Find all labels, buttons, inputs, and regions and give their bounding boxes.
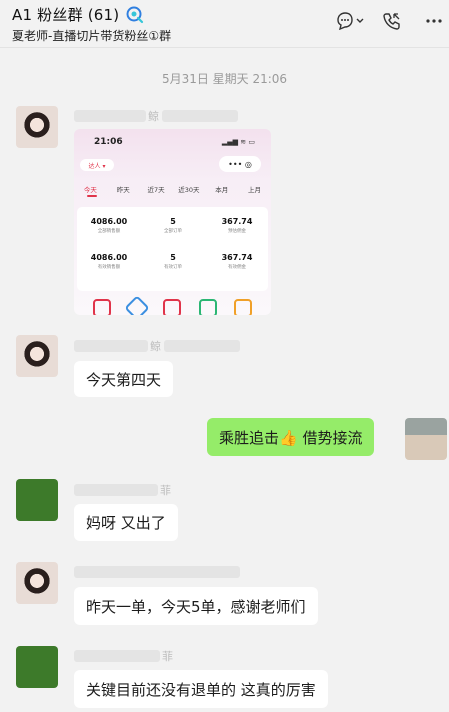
message-bubble[interactable]: 关键目前还没有退单的 这真的厉害	[74, 670, 328, 708]
sender-name-blurred	[74, 650, 160, 662]
list-icon	[198, 299, 217, 315]
card-tab: 近7天	[147, 186, 165, 194]
stat-label: 有效佣金	[228, 265, 246, 270]
card-tab: 近30天	[178, 186, 200, 194]
stat-value: 367.74	[221, 253, 253, 262]
card-stat: 4086.00 有效销售额	[79, 253, 139, 270]
sender-name: 菲	[160, 484, 171, 497]
chat-bubble-button[interactable]	[335, 8, 365, 34]
stat-label: 全部订单	[164, 229, 182, 234]
time-separator: 5月31日 星期天 21:06	[161, 72, 288, 86]
card-tab: 本月	[215, 186, 229, 194]
card-tab: 昨天	[116, 186, 130, 194]
avatar[interactable]	[16, 562, 58, 604]
stat-label: 有效销售额	[97, 265, 121, 270]
message-bubble[interactable]: 今天第四天	[74, 361, 174, 397]
sender-name-blurred	[74, 340, 148, 352]
card-stat: 5 全部订单	[143, 217, 203, 234]
sender-name-blurred	[164, 340, 240, 352]
phone-icon	[383, 13, 400, 30]
my-message-bubble[interactable]: 乘胜追击👍 借势接流	[207, 418, 375, 456]
more-icon	[426, 19, 442, 23]
avatar[interactable]	[16, 479, 58, 521]
phone-button[interactable]	[377, 8, 407, 34]
avatar[interactable]	[16, 335, 58, 377]
group-chat-icon[interactable]	[125, 6, 145, 24]
link-icon	[124, 295, 150, 315]
chat-bubble-icon	[337, 12, 364, 30]
sender-name-blurred	[162, 110, 238, 122]
sender-name-blurred	[74, 110, 146, 122]
card-bottom-icons	[74, 295, 271, 315]
stat-label: 有效订单	[164, 265, 182, 270]
card-tab: 今天	[83, 186, 97, 194]
my-avatar[interactable]	[405, 418, 447, 460]
stat-label: 全部销售额	[97, 229, 121, 234]
bag-icon	[163, 299, 182, 315]
chat-header: A1 粉丝群 (61) 夏老师-直播切片带货粉丝①群	[0, 0, 449, 48]
avatar[interactable]	[16, 106, 58, 148]
card-tabs: 今天 昨天 近7天 近30天 本月 上月	[74, 184, 271, 194]
sender-name-blurred	[74, 484, 158, 496]
card-stat: 367.74 有效佣金	[207, 253, 267, 270]
stat-label: 预估佣金	[228, 229, 246, 234]
sender-name: 鲸	[150, 340, 161, 353]
card-stat: 367.74 预估佣金	[207, 217, 267, 234]
sender-name-blurred	[74, 566, 240, 578]
card-status-icons: ▂▄▆ ≋ ▭	[221, 138, 255, 146]
box-icon	[234, 299, 253, 315]
header-actions	[323, 8, 449, 34]
card-more-capsule: ••• ◎	[219, 156, 261, 172]
stat-value: 5	[170, 217, 176, 226]
chat-subtitle: 夏老师-直播切片带货粉丝①群	[12, 29, 172, 43]
stat-value: 367.74	[221, 217, 253, 226]
card-time: 21:06	[94, 137, 123, 147]
avatar[interactable]	[16, 646, 58, 688]
sender-name: 鲸	[148, 110, 159, 123]
screenshot-image-message[interactable]: 21:06 ▂▄▆ ≋ ▭ 达人 ▾ ••• ◎ 今天 昨天 近7天 近30天 …	[74, 129, 271, 315]
chat-title-row: A1 粉丝群 (61)	[12, 4, 145, 25]
card-role-selector: 达人 ▾	[80, 159, 114, 171]
sender-name: 菲	[162, 650, 173, 663]
card-stat: 5 有效订单	[143, 253, 203, 270]
card-stats-panel: 4086.00 全部销售额 5 全部订单 367.74 预估佣金 4086.00…	[77, 207, 268, 291]
chevron-down-icon	[356, 18, 364, 23]
stat-value: 4086.00	[90, 253, 128, 262]
stat-value: 4086.00	[90, 217, 128, 226]
chat-title[interactable]: A1 粉丝群 (61)	[12, 4, 119, 25]
message-bubble[interactable]: 昨天一单，今天5单，感谢老师们	[74, 587, 318, 625]
stat-value: 5	[170, 253, 176, 262]
shop-icon	[92, 299, 111, 315]
more-button[interactable]	[419, 8, 449, 34]
card-stat: 4086.00 全部销售额	[79, 217, 139, 234]
card-tab: 上月	[248, 186, 262, 194]
message-bubble[interactable]: 妈呀 又出了	[74, 504, 178, 541]
card-tab-indicator	[87, 195, 97, 197]
